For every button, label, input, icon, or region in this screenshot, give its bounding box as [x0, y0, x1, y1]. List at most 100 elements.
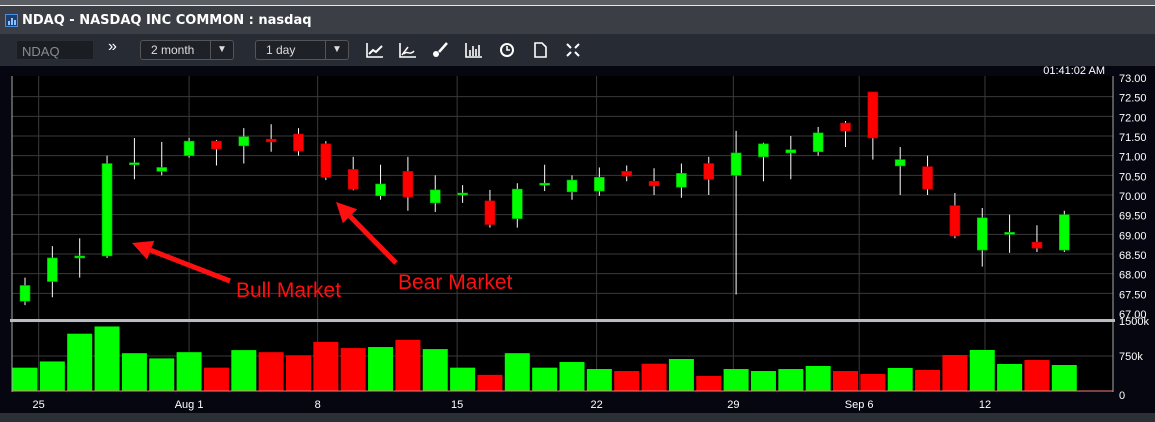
candle-body — [922, 166, 933, 190]
clock-icon[interactable] — [498, 42, 516, 58]
interval-select[interactable]: 1 day ▼ — [255, 40, 349, 60]
volume-bar — [422, 349, 448, 391]
volume-tick-label: 0 — [1119, 390, 1125, 402]
volume-bar — [176, 352, 202, 391]
volume-bar — [450, 367, 476, 391]
candle-body — [484, 200, 496, 225]
volume-bar — [778, 369, 804, 391]
pane-divider[interactable] — [10, 319, 1115, 322]
volume-bar — [149, 358, 175, 391]
candle — [183, 137, 195, 158]
candle-body — [402, 171, 414, 198]
volume-bar — [641, 363, 667, 391]
period-select[interactable]: 2 month ▼ — [140, 40, 234, 60]
volume-bar — [121, 353, 147, 391]
x-tick-label: 29 — [727, 399, 739, 411]
x-tick-label: 25 — [33, 399, 45, 411]
y-tick-label: 72.00 — [1119, 112, 1147, 124]
volume-bar — [504, 353, 530, 391]
y-tick-label: 72.50 — [1119, 93, 1147, 105]
volume-bar — [915, 370, 941, 391]
volume-bar — [887, 367, 913, 391]
volume-bars-icon[interactable] — [465, 42, 483, 58]
volume-bar — [67, 333, 93, 391]
volume-bar — [942, 355, 968, 391]
candle — [1059, 210, 1070, 253]
candle — [101, 155, 113, 258]
chart-toolbar: NDAQ » 2 month ▼ 1 day ▼ — [0, 34, 1155, 66]
volume-bar — [203, 367, 229, 391]
candle-body — [1031, 241, 1043, 249]
x-tick-label: Aug 1 — [175, 399, 204, 411]
volume-bar — [696, 376, 722, 391]
brush-draw-icon[interactable] — [431, 42, 449, 58]
chevron-down-icon: ▼ — [210, 41, 233, 59]
expand-double-chevron-icon[interactable]: » — [108, 38, 117, 58]
candle-body — [949, 205, 961, 237]
indicator-chart-icon[interactable] — [399, 42, 417, 58]
volume-bar — [586, 369, 612, 391]
candle-body — [840, 122, 851, 132]
symbol-input[interactable]: NDAQ — [16, 40, 94, 60]
annotation-label: Bear Market — [398, 271, 513, 294]
candlestick-chart[interactable]: 01:41:02 AM 73.00 72.50 72.00 71.50 71.00 70.… — [0, 66, 1155, 413]
candle-body — [211, 140, 222, 150]
y-tick-label: 70.50 — [1119, 171, 1147, 183]
interval-value: 1 day — [266, 43, 296, 57]
chart-app-icon — [5, 13, 18, 27]
y-tick-label: 73.00 — [1119, 73, 1147, 85]
x-tick-label: Sep 6 — [845, 399, 874, 411]
volume-bar — [969, 349, 995, 391]
candle-body — [375, 183, 386, 197]
volume-bar — [340, 348, 366, 391]
chevron-down-icon: ▼ — [325, 41, 348, 59]
line-chart-icon[interactable] — [366, 42, 384, 58]
y-tick-label: 68.50 — [1119, 250, 1147, 262]
candle-body — [429, 189, 441, 204]
x-tick-label: 12 — [979, 399, 991, 411]
x-tick-label: 15 — [451, 399, 463, 411]
y-tick-label: 69.00 — [1119, 230, 1147, 242]
candle-body — [812, 132, 824, 153]
candle-body — [594, 177, 605, 192]
volume-bar — [833, 371, 858, 391]
volume-bar — [258, 352, 284, 391]
candle-body — [19, 285, 31, 302]
volume-tick-label: 750k — [1119, 351, 1143, 363]
volume-bar — [286, 355, 311, 391]
window-title: NDAQ - NASDAQ INC COMMON : nasdaq — [22, 12, 312, 28]
fullscreen-icon[interactable] — [564, 42, 582, 58]
navigator-scrollbar[interactable] — [0, 413, 1155, 422]
candle-body — [293, 133, 304, 152]
volume-bar — [395, 339, 421, 391]
volume-bar — [668, 358, 694, 391]
volume-bar — [860, 374, 886, 391]
y-tick-label: 67.50 — [1119, 289, 1147, 301]
volume-bar — [723, 369, 749, 391]
annotation-label: Bull Market — [236, 279, 341, 302]
volume-bar — [1051, 365, 1077, 391]
volume-bar — [477, 374, 503, 391]
x-tick-label: 8 — [315, 399, 321, 411]
candle-body — [730, 152, 742, 176]
volume-bar — [805, 365, 831, 391]
document-icon[interactable] — [531, 42, 549, 58]
y-tick-label: 70.00 — [1119, 191, 1147, 203]
volume-bar — [368, 347, 394, 391]
volume-tick-label: 1500k — [1119, 316, 1149, 328]
y-tick-label: 71.50 — [1119, 132, 1147, 144]
volume-bar — [614, 371, 640, 391]
x-tick-label: 22 — [590, 399, 602, 411]
candle-body — [676, 173, 687, 188]
candle-body — [539, 182, 550, 186]
candle-body — [894, 159, 906, 167]
candle-body — [320, 143, 332, 178]
volume-bar — [997, 363, 1023, 391]
volume-bar — [750, 371, 776, 391]
volume-bar — [39, 361, 65, 391]
y-tick-label: 71.00 — [1119, 152, 1147, 164]
candle-body — [976, 217, 988, 251]
volume-bar — [231, 350, 257, 391]
volume-bar — [559, 362, 585, 391]
volume-bar — [1024, 360, 1050, 391]
